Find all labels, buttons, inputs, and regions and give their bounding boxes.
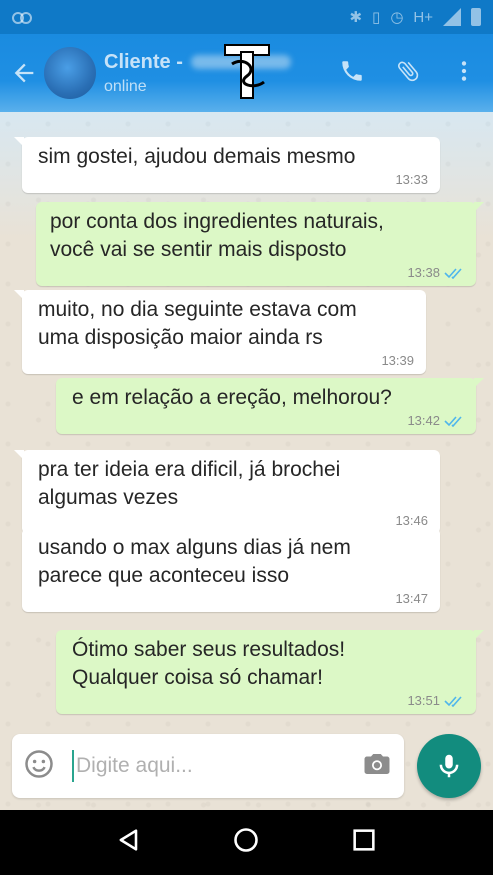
recents-nav-icon[interactable] <box>350 826 378 859</box>
battery-icon <box>471 8 481 26</box>
message-time: 13:47 <box>395 591 428 606</box>
message-composer <box>12 734 404 798</box>
message-text: e em relação a ereção, melhorou? <box>72 386 392 409</box>
message-bubble[interactable]: usando o max alguns dias já nem parece q… <box>22 528 440 612</box>
message-text: Ótimo saber seus resultados! <box>72 638 346 661</box>
message-text: pra ter ideia era dificil, já brochei <box>38 458 341 481</box>
message-text: uma disposição maior ainda rs <box>38 326 323 349</box>
message-bubble[interactable]: sim gostei, ajudou demais mesmo 13:33 <box>14 137 440 193</box>
message-bubble[interactable]: e em relação a ereção, melhorou? 13:42 <box>56 378 484 434</box>
back-arrow-icon[interactable] <box>10 59 38 87</box>
emoji-icon[interactable] <box>24 749 54 784</box>
alarm-icon: ◷ <box>390 9 404 26</box>
message-bubble[interactable]: pra ter ideia era dificil, já brochei al… <box>14 450 440 534</box>
message-bubble[interactable]: muito, no dia seguinte estava com uma di… <box>14 290 426 374</box>
message-text: usando o max alguns dias já nem <box>38 536 351 559</box>
message-time: 13:39 <box>381 353 414 368</box>
voicemail-icon <box>12 12 32 24</box>
contact-name: Cliente - <box>104 50 183 73</box>
signal-icon <box>443 8 461 26</box>
home-nav-icon[interactable] <box>232 826 260 859</box>
message-input[interactable] <box>76 746 362 786</box>
mic-icon <box>439 754 459 778</box>
message-text: muito, no dia seguinte estava com <box>38 298 357 321</box>
paperclip-icon[interactable] <box>395 58 421 89</box>
message-time: 13:38 <box>407 265 440 280</box>
phone-icon[interactable] <box>339 58 365 89</box>
more-vert-icon[interactable] <box>451 58 477 89</box>
vibrate-icon: ▯ <box>372 9 381 26</box>
brand-logo <box>224 44 270 99</box>
message-bubble[interactable]: por conta dos ingredientes naturais, voc… <box>36 202 484 286</box>
message-bubble[interactable]: Ótimo saber seus resultados! Qualquer co… <box>56 630 484 714</box>
message-text: Qualquer coisa só chamar! <box>72 666 323 689</box>
message-text: algumas vezes <box>38 486 179 509</box>
message-text: por conta dos ingredientes naturais, <box>50 210 384 233</box>
read-receipt-icon <box>444 696 462 707</box>
read-receipt-icon <box>444 416 462 427</box>
bluetooth-icon: ✱ <box>349 9 363 26</box>
message-time: 13:42 <box>407 413 440 428</box>
read-receipt-icon <box>444 268 462 279</box>
text-cursor <box>72 750 74 782</box>
network-type-label: H+ <box>413 8 433 26</box>
message-time: 13:51 <box>407 693 440 708</box>
system-nav-bar <box>0 810 493 875</box>
message-text: parece que aconteceu isso <box>38 564 290 587</box>
message-time: 13:46 <box>395 513 428 528</box>
chat-header: Cliente - online <box>0 34 493 112</box>
mic-button[interactable] <box>417 734 481 798</box>
chat-area[interactable]: sim gostei, ajudou demais mesmo 13:33 po… <box>0 112 493 810</box>
camera-icon[interactable] <box>362 749 392 784</box>
message-text: sim gostei, ajudou demais mesmo <box>38 145 356 168</box>
contact-avatar[interactable] <box>44 47 96 99</box>
back-nav-icon[interactable] <box>115 826 143 859</box>
message-time: 13:33 <box>395 172 428 187</box>
status-bar: ✱ ▯ ◷ H+ <box>0 0 493 34</box>
message-text: você vai se sentir mais disposto <box>50 238 347 261</box>
